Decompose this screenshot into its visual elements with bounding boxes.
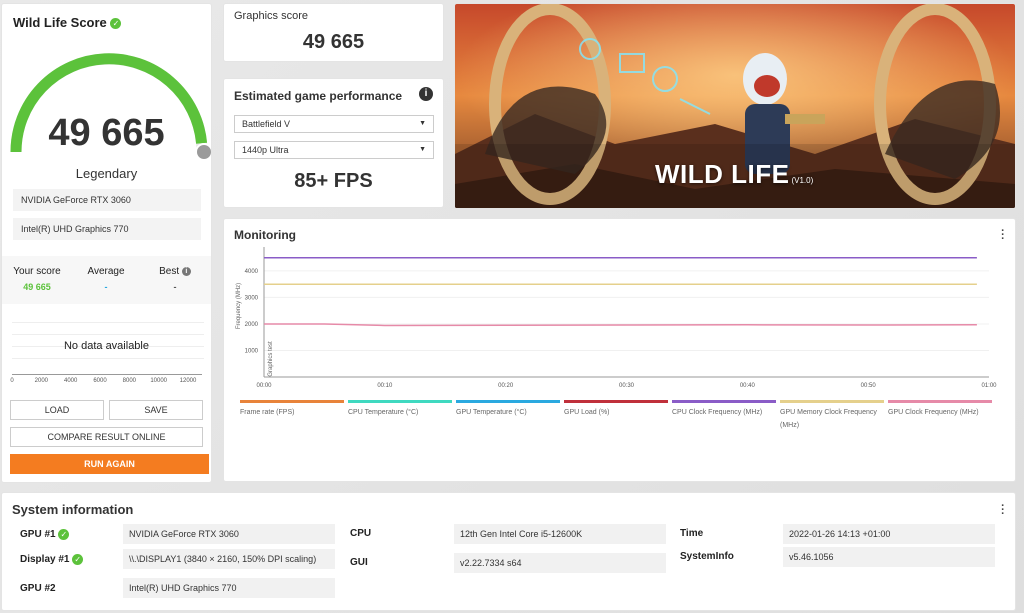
gpu2-label: GPU #2	[20, 583, 56, 594]
histogram-tick-label: 10000	[150, 378, 167, 384]
legend-label: GPU Clock Frequency (MHz)	[888, 409, 979, 416]
benchmark-banner: WILD LIFE (V1.0)	[455, 4, 1015, 208]
legend-swatch	[456, 400, 560, 403]
graphics-score-value: 49 665	[302, 31, 365, 53]
legend-swatch	[672, 400, 776, 403]
score-card-title: Wild Life Score ✓	[13, 15, 122, 30]
run-again-button[interactable]: RUN AGAIN	[10, 454, 209, 474]
estimated-performance-card: Estimated game performance i Battlefield…	[224, 79, 443, 207]
graphics-score-label: Graphics score	[234, 10, 308, 22]
histogram-tick-label: 4000	[63, 378, 78, 384]
chevron-down-icon: ▼	[419, 120, 426, 127]
legend-item[interactable]: CPU Temperature (°C)	[348, 400, 452, 419]
more-options-icon[interactable]: · · ·	[1001, 501, 1005, 520]
estimated-fps: 85+ FPS	[294, 170, 373, 192]
best-col: Best i -	[143, 266, 207, 292]
legend-item[interactable]: GPU Memory Clock Frequency (MHz)	[780, 400, 884, 432]
histogram-tick-label: 0	[10, 378, 14, 384]
compare-online-button[interactable]: COMPARE RESULT ONLINE	[10, 427, 203, 447]
info-icon[interactable]: i	[419, 87, 433, 101]
graphics-score-card: Graphics score 49 665	[224, 4, 443, 61]
legend-label: Frame rate (FPS)	[240, 409, 295, 416]
legend-item[interactable]: Frame rate (FPS)	[240, 400, 344, 419]
gpu1-label: GPU #1 ✓	[20, 529, 70, 540]
wild-life-score: 49 665	[48, 112, 165, 154]
legend-swatch	[780, 400, 884, 403]
y-tick-label: 4000	[245, 269, 259, 275]
check-icon: ✓	[72, 554, 84, 565]
y-tick-label: 3000	[245, 295, 259, 301]
score-comparison: Your score 49 665 Average - Best i -	[2, 256, 211, 304]
monitoring-card: Monitoring · · · 1000 2000 3000 4000 00:00 00:1…	[224, 219, 1015, 481]
systeminfo-value: v5.46.1056	[783, 547, 995, 567]
legend-item[interactable]: GPU Temperature (°C)	[456, 400, 560, 419]
histogram-tick-label: 6000	[93, 378, 107, 384]
x-tick-label: 01:00	[981, 383, 997, 389]
check-icon: ✓	[58, 529, 70, 540]
legend-label: CPU Temperature (°C)	[348, 409, 419, 416]
x-tick-label: 00:30	[619, 383, 635, 389]
legend-item[interactable]: CPU Clock Frequency (MHz)	[672, 400, 776, 419]
x-tick-label: 00:40	[740, 383, 756, 389]
system-information-card: System information · · · GPU #1 ✓ NVIDIA G…	[2, 493, 1015, 610]
preset-select[interactable]: 1440p Ultra ▼	[234, 141, 434, 159]
cpu-value: 12th Gen Intel Core i5-12600K	[454, 524, 666, 544]
gui-label: GUI	[350, 557, 368, 568]
score-card: Wild Life Score ✓ 49 665 Legendary NVIDI…	[2, 4, 211, 482]
legend-item[interactable]: GPU Load (%)	[564, 400, 668, 419]
histogram-tick-label: 2000	[34, 378, 49, 384]
x-tick-label: 00:00	[256, 383, 272, 389]
gpu1-value: NVIDIA GeForce RTX 3060	[123, 524, 335, 544]
x-tick-label: 00:20	[498, 383, 514, 389]
game-select[interactable]: Battlefield V ▼	[234, 115, 434, 133]
x-tick-label: 00:10	[377, 383, 393, 389]
legend-label: GPU Load (%)	[564, 409, 610, 416]
legend-swatch	[564, 400, 668, 403]
histogram-tick-label: 12000	[179, 378, 197, 384]
time-label: Time	[680, 528, 704, 539]
systeminfo-label: SystemInfo	[680, 551, 734, 562]
device-gpu-2: Intel(R) UHD Graphics 770	[13, 218, 201, 240]
gpu2-value: Intel(R) UHD Graphics 770	[123, 578, 335, 598]
average-col: Average -	[74, 266, 138, 292]
legend-swatch	[240, 400, 344, 403]
legend-item[interactable]: GPU Clock Frequency (MHz)	[888, 400, 992, 419]
info-icon[interactable]: i	[181, 266, 191, 276]
legend-swatch	[888, 400, 992, 403]
legend-label: CPU Clock Frequency (MHz)	[672, 409, 763, 416]
gui-value: v2.22.7334 s64	[454, 553, 666, 573]
load-button[interactable]: LOAD	[10, 400, 104, 420]
your-score-col: Your score 49 665	[5, 266, 69, 292]
check-icon: ✓	[110, 18, 122, 30]
best-value: -	[173, 282, 177, 292]
y-tick-label: 1000	[245, 348, 259, 354]
banner-title: WILD LIFE (V1.0)	[655, 159, 814, 189]
section-label: Graphics test	[268, 341, 274, 377]
device-gpu-1: NVIDIA GeForce RTX 3060	[13, 189, 201, 211]
cpu-label: CPU	[350, 528, 372, 539]
y-axis-label: Frequency (MHz)	[236, 283, 242, 329]
y-tick-label: 2000	[245, 322, 259, 328]
display1-label: Display #1 ✓	[20, 554, 84, 565]
estimated-performance-title: Estimated game performance	[234, 89, 403, 103]
legend-swatch	[348, 400, 452, 403]
system-information-title: System information	[12, 502, 134, 517]
x-tick-label: 00:50	[861, 383, 877, 389]
legend-label: GPU Memory Clock Frequency (MHz)	[780, 409, 877, 429]
save-button[interactable]: SAVE	[109, 400, 203, 420]
score-tier: Legendary	[75, 166, 138, 181]
histogram-empty-text: No data available	[63, 340, 149, 352]
time-value: 2022-01-26 14:13 +01:00	[783, 524, 995, 544]
your-score-value: 49 665	[23, 282, 51, 292]
legend-label: GPU Temperature (°C)	[456, 409, 527, 416]
average-value: -	[104, 282, 108, 292]
display1-value: \\.\DISPLAY1 (3840 × 2160, 150% DPI scal…	[123, 549, 335, 569]
histogram-axis	[12, 374, 202, 375]
monitoring-chart: 1000 2000 3000 4000 00:00 00:10 00:20 00:30 00:4…	[236, 247, 997, 389]
chevron-down-icon: ▼	[419, 146, 426, 153]
histogram-tick-label: 8000	[122, 378, 137, 384]
